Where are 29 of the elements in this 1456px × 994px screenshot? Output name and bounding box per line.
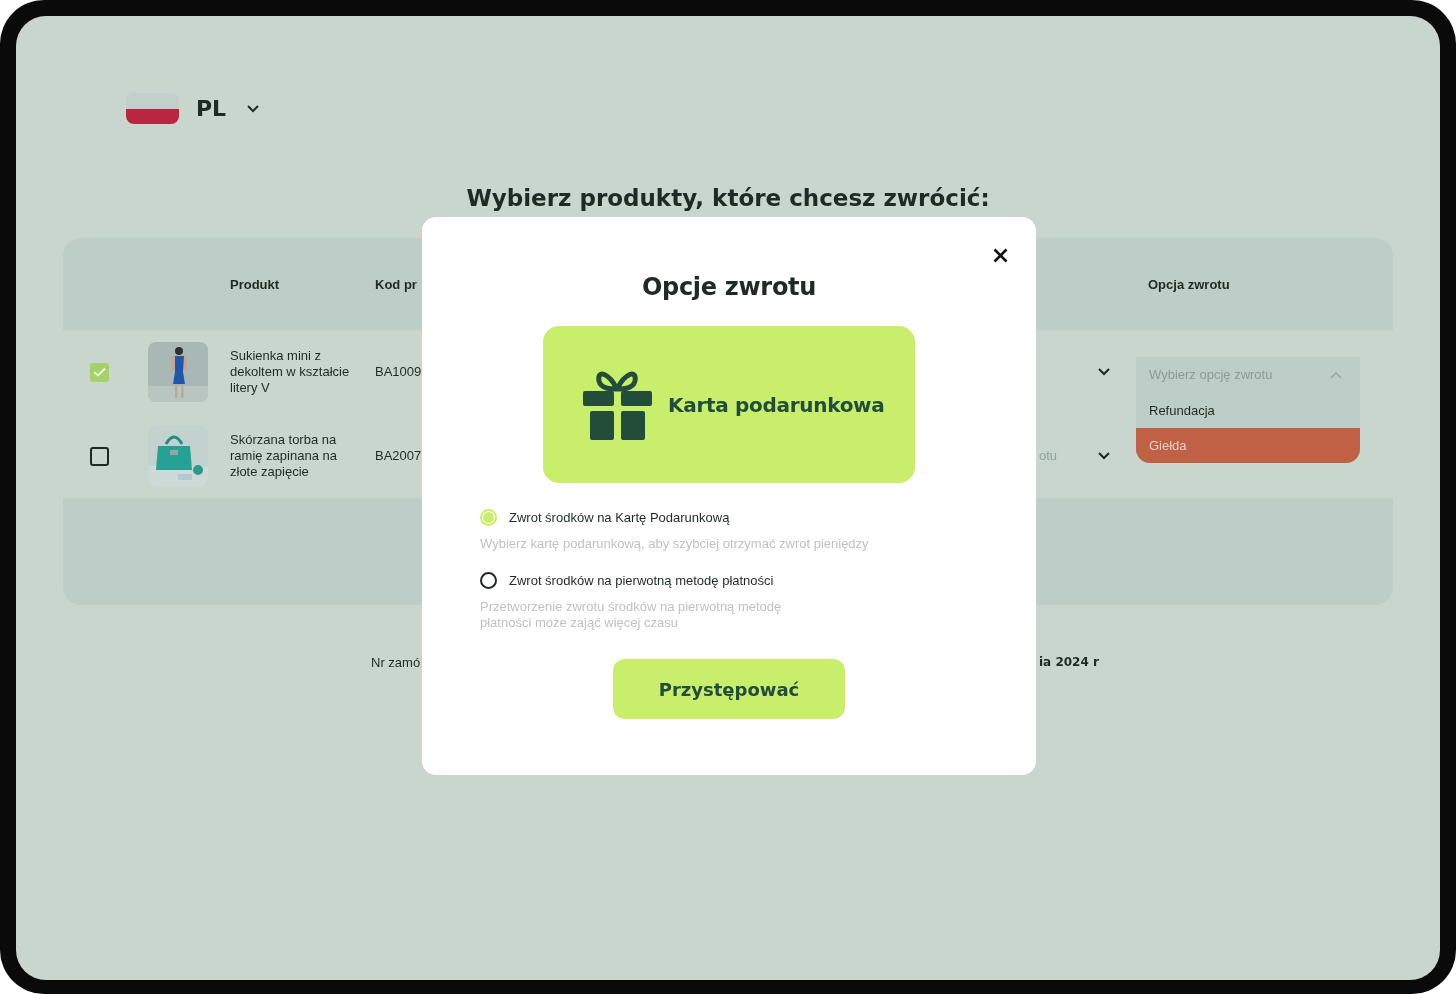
radio-button[interactable] bbox=[480, 571, 497, 589]
close-icon[interactable] bbox=[993, 248, 1008, 263]
product-code: BA2007 bbox=[375, 448, 422, 464]
chevron-down-icon bbox=[1098, 452, 1110, 460]
dropdown-option[interactable]: Refundacja bbox=[1136, 393, 1360, 428]
order-number-label: Nr zamó bbox=[371, 655, 422, 670]
checkbox[interactable] bbox=[90, 362, 109, 382]
gift-icon bbox=[583, 369, 652, 440]
proceed-button[interactable]: Przystępować bbox=[613, 659, 845, 719]
column-header: Opcja zwrotu bbox=[1148, 276, 1230, 292]
page-title: Wybierz produkty, które chcesz zwrócić: bbox=[465, 184, 991, 212]
column-header: Produkt bbox=[230, 276, 280, 292]
option-description: Wybierz kartę podarunkową, aby szybciej otrzymać zwrot pieniędzy bbox=[480, 536, 870, 552]
gift-card-option[interactable]: Karta podarunkowa bbox=[543, 326, 915, 483]
modal-title: Opcje zwrotu bbox=[641, 273, 817, 301]
column-header: Kod pr bbox=[375, 276, 417, 292]
product-name: Sukienka mini z dekoltem w kształcie litery V bbox=[230, 348, 351, 396]
card-label: Karta podarunkowa bbox=[668, 392, 885, 417]
chevron-down-icon bbox=[247, 104, 260, 113]
option-label[interactable]: Zwrot środków na Kartę Podarunkową bbox=[509, 509, 730, 525]
product-name: Skórzana torba na ramię zapinana na złote zapięcie bbox=[230, 432, 338, 480]
option-label[interactable]: Zwrot środków na pierwotną metodę płatności bbox=[509, 572, 774, 588]
checkbox[interactable] bbox=[90, 446, 109, 466]
flag-icon bbox=[126, 93, 179, 124]
language-code[interactable]: PL bbox=[196, 96, 227, 121]
chevron-down-icon bbox=[1098, 368, 1110, 376]
option-description: Przetworzenie zwrotu środków na pierwotną metodę płatności może zająć więcej czasu bbox=[480, 599, 783, 631]
product-code: BA1009 bbox=[375, 364, 422, 380]
order-date: ia 2024 r bbox=[1038, 655, 1100, 670]
